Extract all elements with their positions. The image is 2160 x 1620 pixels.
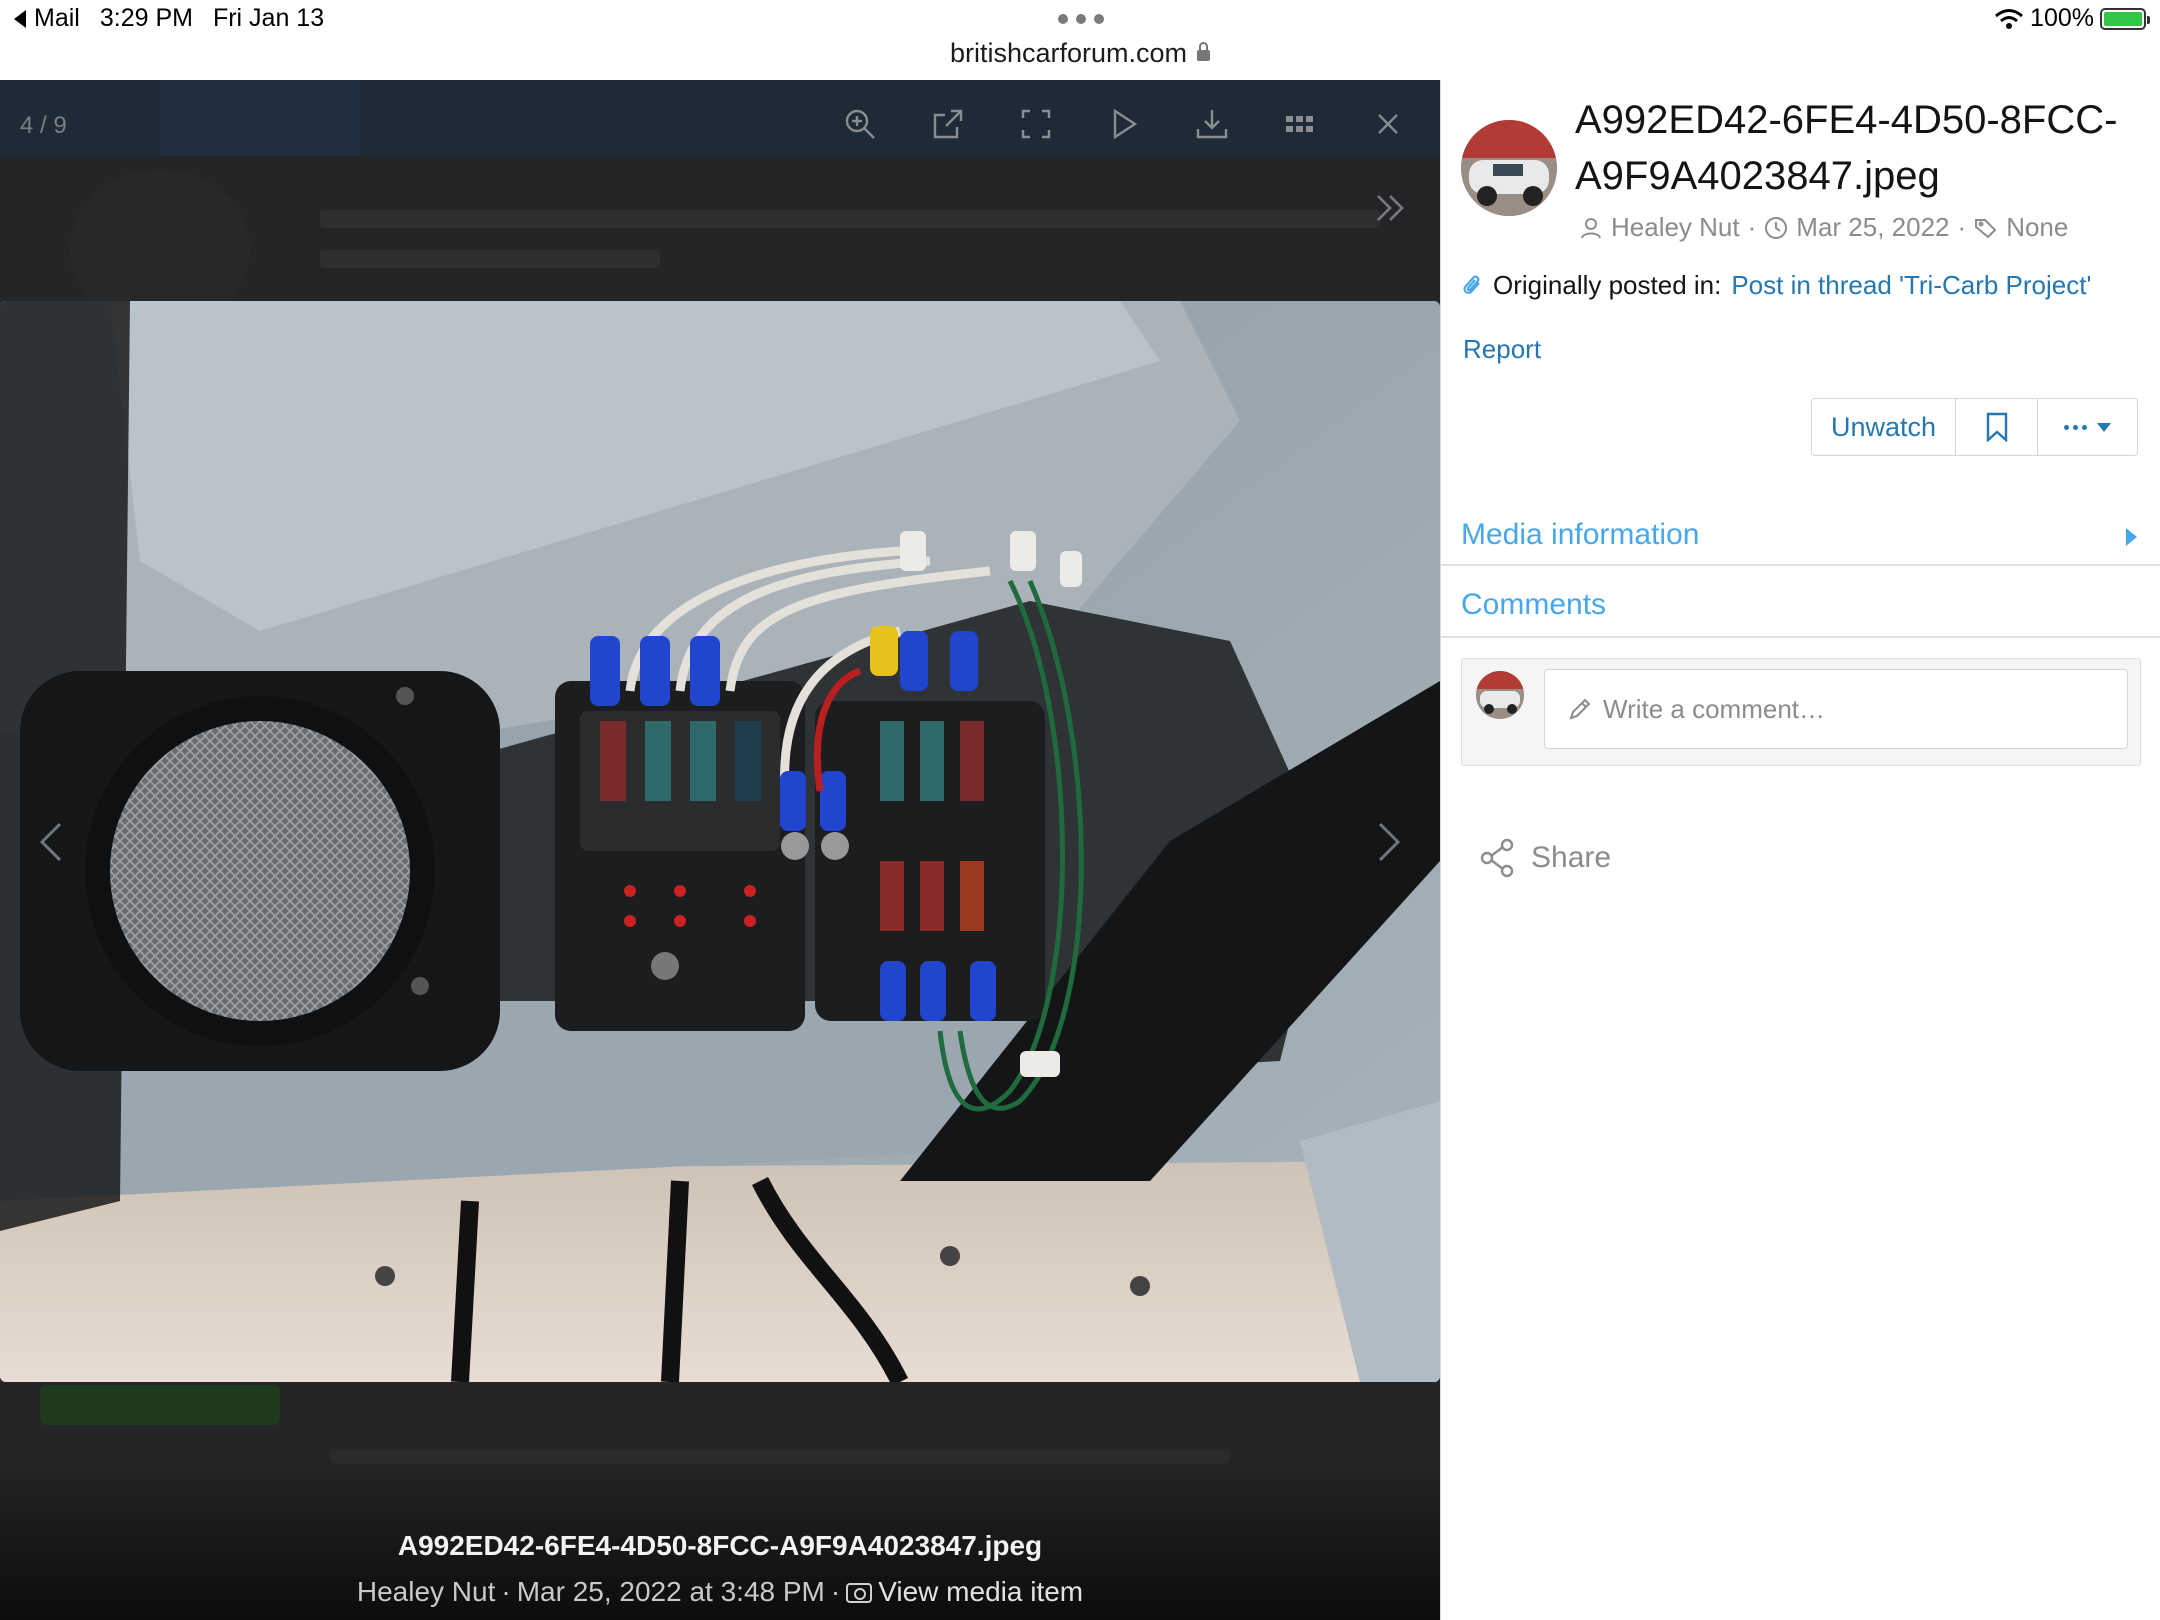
media-image[interactable] [0, 301, 1440, 1382]
lightbox-caption: A992ED42-6FE4-4D50-8FCC-A9F9A4023847.jpe… [0, 1530, 1440, 1608]
fullscreen-button[interactable] [1014, 102, 1058, 146]
media-title: A992ED42-6FE4-4D50-8FCC-A9F9A4023847.jpe… [1575, 98, 2118, 198]
tags-icon [1975, 218, 1997, 238]
caret-right-icon [2126, 528, 2137, 546]
media-tags: None [2006, 212, 2069, 242]
multitasking-dots-icon[interactable] [1058, 14, 1104, 24]
url-text: britishcarforum.com [949, 38, 1188, 68]
media-sidebar: A992ED42-6FE4-4D50-8FCC-A9F9A4023847.jpe… [1440, 80, 2160, 1620]
open-external-icon [933, 109, 963, 139]
ellipsis-icon [2064, 424, 2087, 430]
lightbox: 4 / 9 A992ED42-6FE4-4D50-8FCC-A9F9A40238… [0, 80, 1440, 1620]
battery-icon [2100, 7, 2150, 30]
caption-author[interactable]: Healey Nut [357, 1576, 496, 1607]
share-label: Share [1531, 841, 1612, 874]
originally-posted-label: Originally posted in: [1493, 270, 1722, 300]
comment-input[interactable]: Write a comment… [1544, 669, 2128, 749]
slideshow-button[interactable] [1102, 102, 1146, 146]
bookmark-icon [1986, 412, 2007, 442]
zoom-button[interactable] [838, 102, 882, 146]
open-external-button[interactable] [926, 102, 970, 146]
comment-form: Write a comment… [1461, 658, 2141, 766]
image-counter: 4 / 9 [20, 112, 67, 139]
comments-label: Comments [1461, 588, 1607, 621]
close-icon [1378, 114, 1398, 134]
caret-down-icon [2097, 422, 2111, 432]
download-icon [1196, 110, 1228, 139]
battery-percent: 100% [2030, 4, 2094, 32]
media-information-toggle[interactable]: Media information [1441, 508, 2160, 566]
toggle-sidebar-button[interactable] [1372, 190, 1416, 234]
lightbox-toolbar [838, 102, 1410, 146]
chevron-right-icon [1378, 822, 1401, 862]
originally-posted: Originally posted in: Post in thread 'Tr… [1461, 270, 2091, 301]
comments-header: Comments [1441, 576, 2160, 638]
thumbnails-button[interactable] [1278, 102, 1322, 146]
back-to-mail-button[interactable]: Mail [14, 4, 80, 33]
zoom-icon [845, 109, 875, 139]
avatar[interactable] [1461, 120, 1557, 216]
pencil-icon [1569, 698, 1591, 720]
back-arrow-icon [14, 9, 26, 28]
next-image-button[interactable] [1374, 820, 1414, 870]
double-chevron-right-icon [1377, 195, 1404, 221]
camera-icon [846, 1583, 873, 1603]
prev-image-button[interactable] [36, 820, 76, 870]
caption-date: Mar 25, 2022 at 3:48 PM [516, 1576, 825, 1607]
thread-link[interactable]: Post in thread 'Tri-Carb Project' [1731, 270, 2091, 301]
bookmark-button[interactable] [1956, 399, 2038, 455]
share-button[interactable]: Share [1479, 838, 1611, 878]
slideshow-play-icon [1113, 108, 1138, 140]
media-date: Mar 25, 2022 [1796, 212, 1950, 242]
comment-placeholder: Write a comment… [1603, 693, 1826, 724]
lock-icon [1197, 42, 1211, 61]
media-action-buttons: Unwatch [1811, 398, 2138, 456]
media-author[interactable]: Healey Nut [1611, 212, 1740, 243]
status-date: Fri Jan 13 [212, 4, 325, 32]
media-meta: Healey Nut · Mar 25, 2022 · None [1579, 212, 2068, 243]
clock-icon [1765, 216, 1788, 239]
ios-status-bar: Mail 3:29 PM Fri Jan 13 britishcarforum.… [0, 0, 2160, 80]
address-bar[interactable]: britishcarforum.com [0, 38, 2160, 69]
view-media-item-link[interactable]: View media item [878, 1576, 1083, 1607]
caption-filename: A992ED42-6FE4-4D50-8FCC-A9F9A4023847.jpe… [397, 1530, 1043, 1561]
share-icon [1480, 838, 1514, 878]
chevron-left-icon [39, 822, 62, 862]
report-link[interactable]: Report [1463, 334, 1541, 365]
back-app-label: Mail [34, 4, 80, 32]
more-options-button[interactable] [2038, 399, 2137, 455]
user-icon [1581, 217, 1601, 238]
status-time: 3:29 PM [99, 4, 193, 32]
thumbnails-icon [1286, 116, 1313, 132]
wifi-icon [1995, 8, 2024, 29]
paperclip-icon [1463, 275, 1480, 294]
unwatch-button[interactable]: Unwatch [1812, 399, 1956, 455]
fuse-box-photo [0, 301, 1440, 1382]
current-user-avatar [1476, 671, 1524, 719]
download-button[interactable] [1190, 102, 1234, 146]
media-information-label: Media information [1461, 518, 1700, 551]
fullscreen-icon [1021, 109, 1051, 139]
close-lightbox-button[interactable] [1366, 102, 1410, 146]
